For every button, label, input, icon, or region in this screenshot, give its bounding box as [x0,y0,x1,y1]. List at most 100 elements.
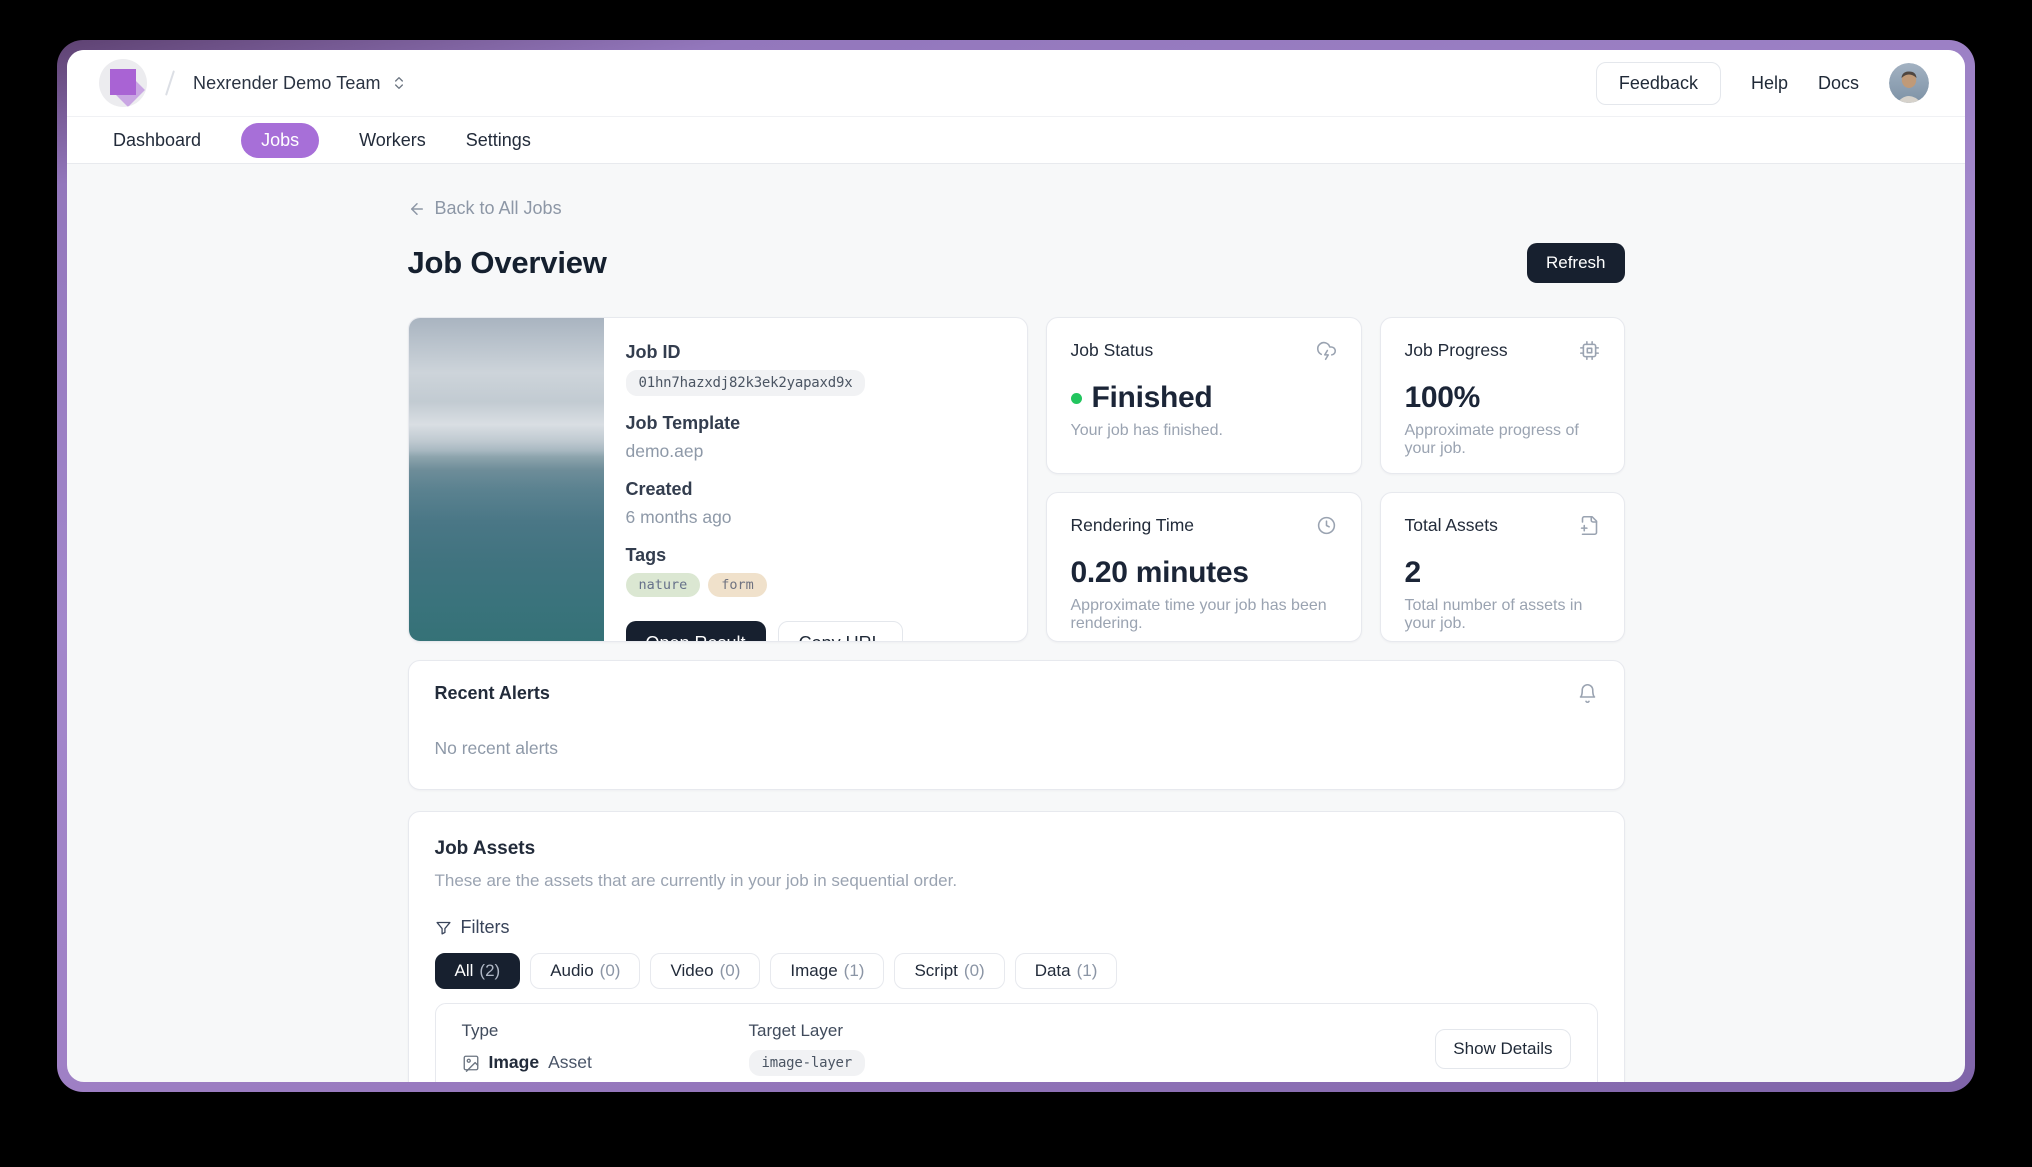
job-template-group: Job Template demo.aep [626,413,903,462]
top-bar: Nexrender Demo Team Feedback Help Docs [67,50,1965,116]
cloud-lightning-icon [1316,340,1337,361]
total-assets-title: Total Assets [1405,515,1498,536]
nav-item-settings[interactable]: Settings [466,123,531,158]
job-assets-card: Job Assets These are the assets that are… [408,811,1625,1082]
tag-form: form [708,573,767,597]
job-progress-value: 100% [1405,381,1600,415]
target-layer-column-header: Target Layer [749,1021,1436,1041]
open-result-button[interactable]: Open Result [626,621,766,642]
rendering-time-title: Rendering Time [1071,515,1195,536]
app-window: Nexrender Demo Team Feedback Help Docs [57,40,1975,1092]
filter-chip-count: (0) [600,961,621,981]
filter-chips-row: All (2) Audio (0) Video (0) Image [435,953,1598,989]
asset-type-rest: Asset [548,1052,592,1073]
job-template-value: demo.aep [626,441,903,462]
nav-item-dashboard[interactable]: Dashboard [113,123,201,158]
asset-type-cell: Type Image Asset [462,1021,749,1073]
content-column: Back to All Jobs Job Overview Refresh Jo… [408,164,1625,1082]
job-id-label: Job ID [626,342,903,363]
asset-type-strong: Image [489,1052,540,1073]
nav-item-jobs[interactable]: Jobs [241,123,319,158]
nav-item-workers[interactable]: Workers [359,123,426,158]
filter-chip-count: (0) [964,961,985,981]
image-icon [462,1054,480,1072]
job-result-thumbnail [409,318,604,641]
filter-chip-data[interactable]: Data (1) [1015,953,1118,989]
total-assets-head: Total Assets [1405,515,1600,536]
show-details-button[interactable]: Show Details [1435,1029,1570,1069]
job-status-value-row: Finished [1071,381,1337,415]
job-id-value: 01hn7hazxdj82k3ek2yapaxd9x [626,370,866,396]
total-assets-card: Total Assets 2 Total number of assets in… [1380,492,1625,642]
filter-chip-label: Data [1035,961,1071,981]
target-layer-value: image-layer [749,1050,866,1076]
created-group: Created 6 months ago [626,479,903,528]
total-assets-desc: Total number of assets in your job. [1405,597,1600,633]
job-status-head: Job Status [1071,340,1337,361]
back-to-all-jobs-link[interactable]: Back to All Jobs [408,198,562,219]
feedback-button[interactable]: Feedback [1596,62,1721,105]
title-row: Job Overview Refresh [408,243,1625,283]
job-id-group: Job ID 01hn7hazxdj82k3ek2yapaxd9x [626,342,903,396]
filter-chip-label: Script [914,961,957,981]
tags-label: Tags [626,545,903,566]
back-link-label: Back to All Jobs [435,198,562,219]
arrow-left-icon [408,200,426,218]
filter-chip-label: Audio [550,961,593,981]
help-link[interactable]: Help [1751,73,1788,94]
docs-link[interactable]: Docs [1818,73,1859,94]
job-progress-card: Job Progress 100% Approximate progress o… [1380,317,1625,474]
filter-chip-label: Image [790,961,837,981]
job-status-card: Job Status Finished Your job has finishe… [1046,317,1362,474]
target-layer-value-wrap: image-layer [749,1050,1436,1076]
job-status-title: Job Status [1071,340,1154,361]
job-progress-head: Job Progress [1405,340,1600,361]
filters-label: Filters [461,917,510,938]
refresh-button[interactable]: Refresh [1527,243,1625,283]
job-assets-title: Job Assets [435,838,1598,860]
job-progress-desc: Approximate progress of your job. [1405,422,1600,458]
overview-grid: Job ID 01hn7hazxdj82k3ek2yapaxd9x Job Te… [408,317,1625,642]
filter-chip-count: (2) [479,961,500,981]
main-nav: Dashboard Jobs Workers Settings [67,116,1965,164]
job-status-value: Finished [1092,381,1213,415]
details-actions: Open Result Copy URL [626,621,903,642]
team-switcher[interactable]: Nexrender Demo Team [193,73,407,94]
filter-chip-script[interactable]: Script (0) [894,953,1004,989]
app-logo[interactable] [99,59,147,107]
filter-chip-all[interactable]: All (2) [435,953,521,989]
recent-alerts-head: Recent Alerts [435,683,1598,704]
tag-nature: nature [626,573,701,597]
clock-icon [1316,515,1337,536]
bell-icon [1577,683,1598,704]
total-assets-value: 2 [1405,556,1600,590]
top-bar-right: Feedback Help Docs [1596,62,1929,105]
filter-chip-label: All [455,961,474,981]
tags-group: Tags nature form [626,545,903,597]
filter-chip-image[interactable]: Image (1) [770,953,884,989]
rendering-time-card: Rendering Time 0.20 minutes Approximate … [1046,492,1362,642]
filter-chip-video[interactable]: Video (0) [650,953,760,989]
filters-label-row: Filters [435,917,1598,938]
created-value: 6 months ago [626,507,903,528]
breadcrumb-slash [165,70,175,95]
tags-row: nature form [626,573,903,597]
target-layer-cell: Target Layer image-layer [749,1021,1436,1076]
cpu-icon [1579,340,1600,361]
filter-chip-count: (1) [1077,961,1098,981]
chevrons-up-down-icon [391,75,407,91]
job-assets-subtitle: These are the assets that are currently … [435,871,1598,891]
job-details-card: Job ID 01hn7hazxdj82k3ek2yapaxd9x Job Te… [408,317,1028,642]
user-avatar[interactable] [1889,63,1929,103]
filter-chip-audio[interactable]: Audio (0) [530,953,640,989]
created-label: Created [626,479,903,500]
asset-rows-container: Type Image Asset Target L [435,1003,1598,1082]
filter-chip-label: Video [670,961,713,981]
top-bar-left: Nexrender Demo Team [99,59,1596,107]
table-row: Type Image Asset Target L [436,1004,1597,1082]
file-plus-icon [1579,515,1600,536]
job-progress-title: Job Progress [1405,340,1508,361]
type-column-header: Type [462,1021,749,1041]
copy-url-button[interactable]: Copy URL [778,621,903,642]
rendering-time-desc: Approximate time your job has been rende… [1071,597,1337,633]
